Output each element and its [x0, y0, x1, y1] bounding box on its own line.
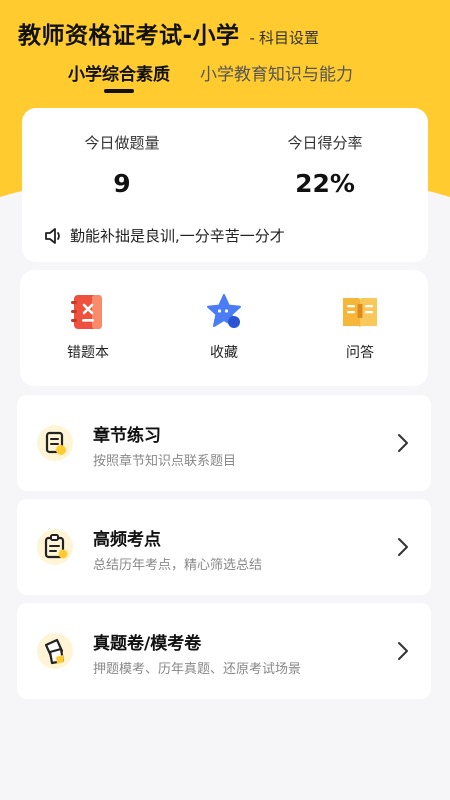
today-count-label: 今日做题量 — [84, 134, 160, 152]
papers-icon — [37, 633, 73, 669]
today-count-stat: 今日做题量 9 — [22, 132, 222, 198]
high-frequency-points-title: 高频考点 — [93, 530, 161, 550]
speaker-icon — [45, 227, 60, 244]
clipboard-icon — [37, 529, 73, 565]
chapter-practice-subtitle: 按照章节知识点联系题目 — [93, 454, 237, 469]
chapter-practice-title: 章节练习 — [93, 426, 161, 446]
favorites-button[interactable]: 收藏 — [156, 270, 292, 386]
wrong-book-button[interactable]: 错题本 — [20, 270, 156, 386]
chevron-right-icon — [398, 642, 408, 660]
chevron-right-icon — [398, 434, 408, 452]
high-frequency-points-subtitle: 总结历年考点，精心筛选总结 — [93, 558, 263, 573]
qa-book-icon — [343, 298, 377, 328]
exam-papers-subtitle: 押题模考、历年真题、还原考试场景 — [93, 662, 302, 677]
favorites-label: 收藏 — [210, 345, 238, 361]
score-rate-value: 22% — [295, 169, 355, 198]
exam-papers-title: 真题卷/模考卷 — [93, 634, 202, 654]
today-count-value: 9 — [113, 169, 131, 198]
subject-tabs: 小学综合素质 小学教育知识与能力 — [68, 60, 353, 93]
star-icon — [207, 294, 241, 328]
app-title: 教师资格证考试-小学 — [18, 23, 240, 49]
tab-comprehensive-quality[interactable]: 小学综合素质 — [68, 60, 170, 93]
wrong-book-icon — [71, 295, 102, 329]
subject-setting-link[interactable]: 科目设置 — [259, 27, 319, 48]
wrong-book-label: 错题本 — [67, 345, 109, 361]
score-rate-stat: 今日得分率 22% — [225, 132, 425, 198]
title-separator: - — [249, 29, 255, 47]
qa-button[interactable]: 问答 — [292, 270, 428, 386]
motto: 勤能补拙是良训,一分辛苦一分才 — [44, 225, 285, 246]
chevron-right-icon — [398, 538, 408, 556]
exam-papers-card[interactable]: 真题卷/模考卷 押题模考、历年真题、还原考试场景 — [17, 603, 431, 699]
chapter-practice-card[interactable]: 章节练习 按照章节知识点联系题目 — [17, 395, 431, 491]
quick-actions-card: 错题本 收藏 问答 — [20, 270, 428, 386]
score-rate-label: 今日得分率 — [287, 134, 363, 152]
title-bar: 教师资格证考试-小学 - 科目设置 — [18, 16, 319, 50]
high-frequency-points-card[interactable]: 高频考点 总结历年考点，精心筛选总结 — [17, 499, 431, 595]
stats-card: 今日做题量 9 今日得分率 22% 勤能补拙是良训,一分辛苦一分才 — [22, 108, 428, 262]
document-icon — [37, 425, 73, 461]
motto-text: 勤能补拙是良训,一分辛苦一分才 — [70, 227, 285, 245]
qa-label: 问答 — [346, 345, 374, 361]
tab-education-knowledge[interactable]: 小学教育知识与能力 — [200, 60, 353, 93]
